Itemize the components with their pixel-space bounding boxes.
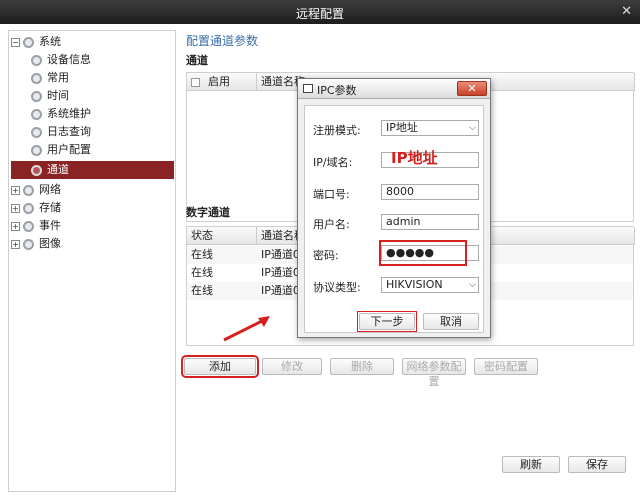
sidebar-item-label: 时间	[47, 89, 69, 102]
sidebar-item-label: 通道	[47, 163, 69, 176]
sidebar-item-time[interactable]: 时间	[31, 87, 171, 105]
chevron-down-icon: ⌵	[469, 280, 476, 290]
network-params-button[interactable]: 网络参数配置	[402, 358, 466, 388]
sidebar-item-label: 网络	[39, 183, 61, 196]
password-config-button[interactable]: 密码配置	[474, 358, 538, 375]
window-title: 远程配置	[295, 7, 344, 21]
cancel-button[interactable]: 取消	[423, 313, 479, 330]
password-label: 密码:	[313, 249, 339, 262]
status-cell: 在线	[191, 248, 213, 261]
sidebar-item-maintenance[interactable]: 系统维护	[31, 105, 171, 123]
channel-header: 通道	[186, 54, 208, 67]
sidebar-item-general[interactable]: 常用	[31, 69, 171, 87]
chevron-down-icon: ⌵	[469, 123, 476, 133]
sidebar-item-log[interactable]: 日志查询	[31, 123, 171, 141]
title-bar: 远程配置 ✕	[0, 0, 640, 24]
sidebar-item-network[interactable]: + 网络	[11, 181, 171, 199]
sidebar-item-label: 存储	[39, 201, 61, 214]
save-button[interactable]: 保存	[568, 456, 626, 473]
refresh-button[interactable]: 刷新	[502, 456, 560, 473]
modify-button[interactable]: 修改	[262, 358, 322, 375]
sidebar-item-label: 图像	[39, 237, 61, 250]
expand-icon[interactable]: +	[11, 239, 20, 249]
sidebar-item-system[interactable]: − 系统	[11, 33, 171, 51]
port-input[interactable]: 8000	[381, 184, 479, 200]
gear-icon	[31, 164, 42, 176]
sidebar-item-label: 设备信息	[47, 53, 91, 66]
column-header-enable[interactable]: 启用	[187, 73, 257, 91]
expand-icon[interactable]: +	[11, 221, 20, 231]
select-all-checkbox[interactable]	[191, 77, 200, 87]
dialog-body: 注册模式: IP地址 ⌵ IP/域名: IP地址 端口号: 8000 用户名: …	[304, 105, 484, 333]
gear-icon	[31, 72, 42, 84]
gear-icon	[23, 184, 34, 196]
sidebar-tree: − 系统 设备信息 常用 时间 系统维护 日志查询 用户配置 通道 + 网络 + 存储	[8, 30, 176, 492]
reg-mode-label: 注册模式:	[313, 124, 361, 137]
collapse-icon[interactable]: −	[11, 37, 20, 47]
gear-icon	[23, 36, 34, 48]
protocol-select[interactable]: HIKVISION ⌵	[381, 277, 479, 293]
remote-config-window: 远程配置 ✕ − 系统 设备信息 常用 时间 系统维护 日志查询 用户配置 通道 …	[0, 0, 640, 500]
sidebar-item-image[interactable]: + 图像	[11, 235, 171, 253]
reg-mode-select[interactable]: IP地址 ⌵	[381, 120, 479, 136]
gear-icon	[31, 54, 42, 66]
sidebar-item-device-info[interactable]: 设备信息	[31, 51, 171, 69]
gear-icon	[23, 202, 34, 214]
sidebar-item-channel[interactable]: 通道	[11, 161, 174, 179]
port-label: 端口号:	[313, 188, 350, 201]
close-icon[interactable]: ✕	[457, 81, 487, 96]
sidebar-item-label: 系统维护	[47, 107, 91, 120]
sidebar-item-users[interactable]: 用户配置	[31, 141, 171, 159]
close-icon[interactable]: ✕	[621, 4, 632, 19]
username-input[interactable]: admin	[381, 214, 479, 230]
ip-label: IP/域名:	[313, 156, 353, 169]
page-title: 配置通道参数	[186, 34, 259, 48]
dialog-title-bar: IPC参数 ✕	[298, 79, 490, 99]
sidebar-item-label: 事件	[39, 219, 61, 232]
ipc-params-dialog: IPC参数 ✕ 注册模式: IP地址 ⌵ IP/域名: IP地址 端口号: 80…	[297, 78, 491, 338]
gear-icon	[31, 90, 42, 102]
sidebar-item-label: 系统	[39, 35, 61, 48]
arrow-icon	[223, 316, 270, 342]
delete-button[interactable]: 删除	[330, 358, 394, 375]
sidebar-item-event[interactable]: + 事件	[11, 217, 171, 235]
digital-channel-header: 数字通道	[186, 206, 230, 219]
add-button[interactable]: 添加	[181, 355, 259, 378]
dialog-title: IPC参数	[317, 84, 357, 97]
sidebar-item-storage[interactable]: + 存储	[11, 199, 171, 217]
sidebar-item-label: 用户配置	[47, 143, 91, 156]
expand-icon[interactable]: +	[11, 203, 20, 213]
gear-icon	[23, 238, 34, 250]
username-label: 用户名:	[313, 218, 350, 231]
sidebar-item-label: 日志查询	[47, 125, 91, 138]
ip-hint-annotation: IP地址	[391, 149, 438, 167]
sidebar-item-label: 常用	[47, 71, 69, 84]
status-cell: 在线	[191, 266, 213, 279]
gear-icon	[31, 144, 42, 156]
next-highlight	[357, 311, 417, 332]
gear-icon	[31, 108, 42, 120]
gear-icon	[31, 126, 42, 138]
password-highlight	[379, 240, 467, 266]
expand-icon[interactable]: +	[11, 185, 20, 195]
gear-icon	[23, 220, 34, 232]
camera-icon	[303, 84, 313, 93]
status-cell: 在线	[191, 284, 213, 297]
protocol-label: 协议类型:	[313, 281, 361, 294]
column-header-status[interactable]: 状态	[187, 227, 257, 245]
